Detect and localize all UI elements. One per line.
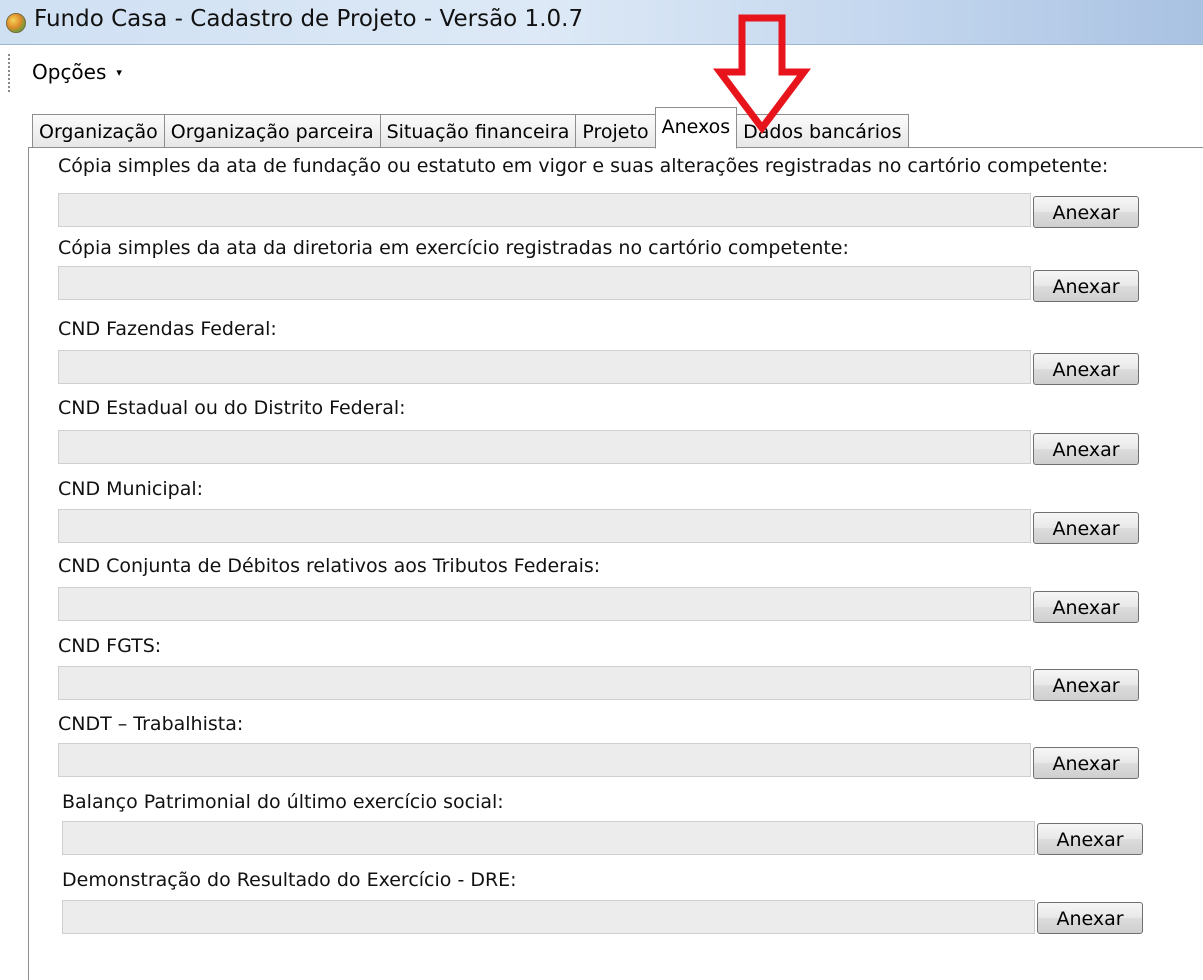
anexar-button[interactable]: Anexar bbox=[1037, 902, 1143, 934]
anexar-button[interactable]: Anexar bbox=[1033, 669, 1139, 701]
title-bar: Fundo Casa - Cadastro de Projeto - Versã… bbox=[0, 0, 1203, 45]
field-label-ata-diretoria: Cópia simples da ata da diretoria em exe… bbox=[58, 237, 849, 259]
anexar-button[interactable]: Anexar bbox=[1033, 270, 1139, 302]
ata-diretoria-field[interactable] bbox=[58, 266, 1031, 300]
menu-opcoes-label: Opções bbox=[32, 60, 107, 84]
anexar-button[interactable]: Anexar bbox=[1033, 747, 1139, 779]
menu-bar bbox=[0, 45, 1203, 105]
field-label-cnd-conjunta: CND Conjunta de Débitos relativos aos Tr… bbox=[58, 555, 601, 577]
chevron-down-icon: ▾ bbox=[116, 66, 122, 79]
field-label-cnd-fgts: CND FGTS: bbox=[58, 635, 162, 657]
cnd-fgts-field[interactable] bbox=[58, 666, 1031, 700]
field-label-cnd-estadual: CND Estadual ou do Distrito Federal: bbox=[58, 397, 406, 419]
tab-situacao-financeira[interactable]: Situação financeira bbox=[379, 114, 577, 148]
cnd-federal-field[interactable] bbox=[58, 350, 1031, 384]
anexar-button[interactable]: Anexar bbox=[1033, 433, 1139, 465]
cnd-estadual-field[interactable] bbox=[58, 430, 1031, 464]
anexar-button[interactable]: Anexar bbox=[1037, 823, 1143, 855]
field-label-dre: Demonstração do Resultado do Exercício -… bbox=[62, 869, 517, 891]
dre-field[interactable] bbox=[62, 900, 1035, 934]
tab-organizacao-parceira[interactable]: Organização parceira bbox=[163, 114, 381, 148]
anexar-button[interactable]: Anexar bbox=[1033, 196, 1139, 228]
cnd-municipal-field[interactable] bbox=[58, 509, 1031, 543]
field-label-cnd-federal: CND Fazendas Federal: bbox=[58, 318, 277, 340]
cnd-conjunta-field[interactable] bbox=[58, 587, 1031, 621]
tab-projeto[interactable]: Projeto bbox=[575, 114, 656, 148]
anexar-button[interactable]: Anexar bbox=[1033, 591, 1139, 623]
anexar-button[interactable]: Anexar bbox=[1033, 512, 1139, 544]
field-label-balanco-patrimonial: Balanço Patrimonial do último exercício … bbox=[62, 791, 504, 813]
app-logo-icon bbox=[6, 13, 26, 33]
field-label-cnd-municipal: CND Municipal: bbox=[58, 478, 204, 500]
balanco-patrimonial-field[interactable] bbox=[62, 821, 1035, 855]
tab-organizacao[interactable]: Organização bbox=[32, 114, 165, 148]
anexar-button[interactable]: Anexar bbox=[1033, 353, 1139, 385]
tab-anexos[interactable]: Anexos bbox=[654, 107, 738, 149]
menu-opcoes[interactable]: Opções ▾ bbox=[32, 60, 122, 84]
toolbar-grip-icon[interactable] bbox=[8, 54, 13, 92]
field-label-ata-fundacao: Cópia simples da ata de fundação ou esta… bbox=[58, 155, 1109, 177]
cndt-trabalhista-field[interactable] bbox=[58, 743, 1031, 777]
window-title: Fundo Casa - Cadastro de Projeto - Versã… bbox=[34, 6, 584, 32]
ata-fundacao-field[interactable] bbox=[58, 193, 1031, 227]
field-label-cndt-trabalhista: CNDT – Trabalhista: bbox=[58, 713, 244, 735]
